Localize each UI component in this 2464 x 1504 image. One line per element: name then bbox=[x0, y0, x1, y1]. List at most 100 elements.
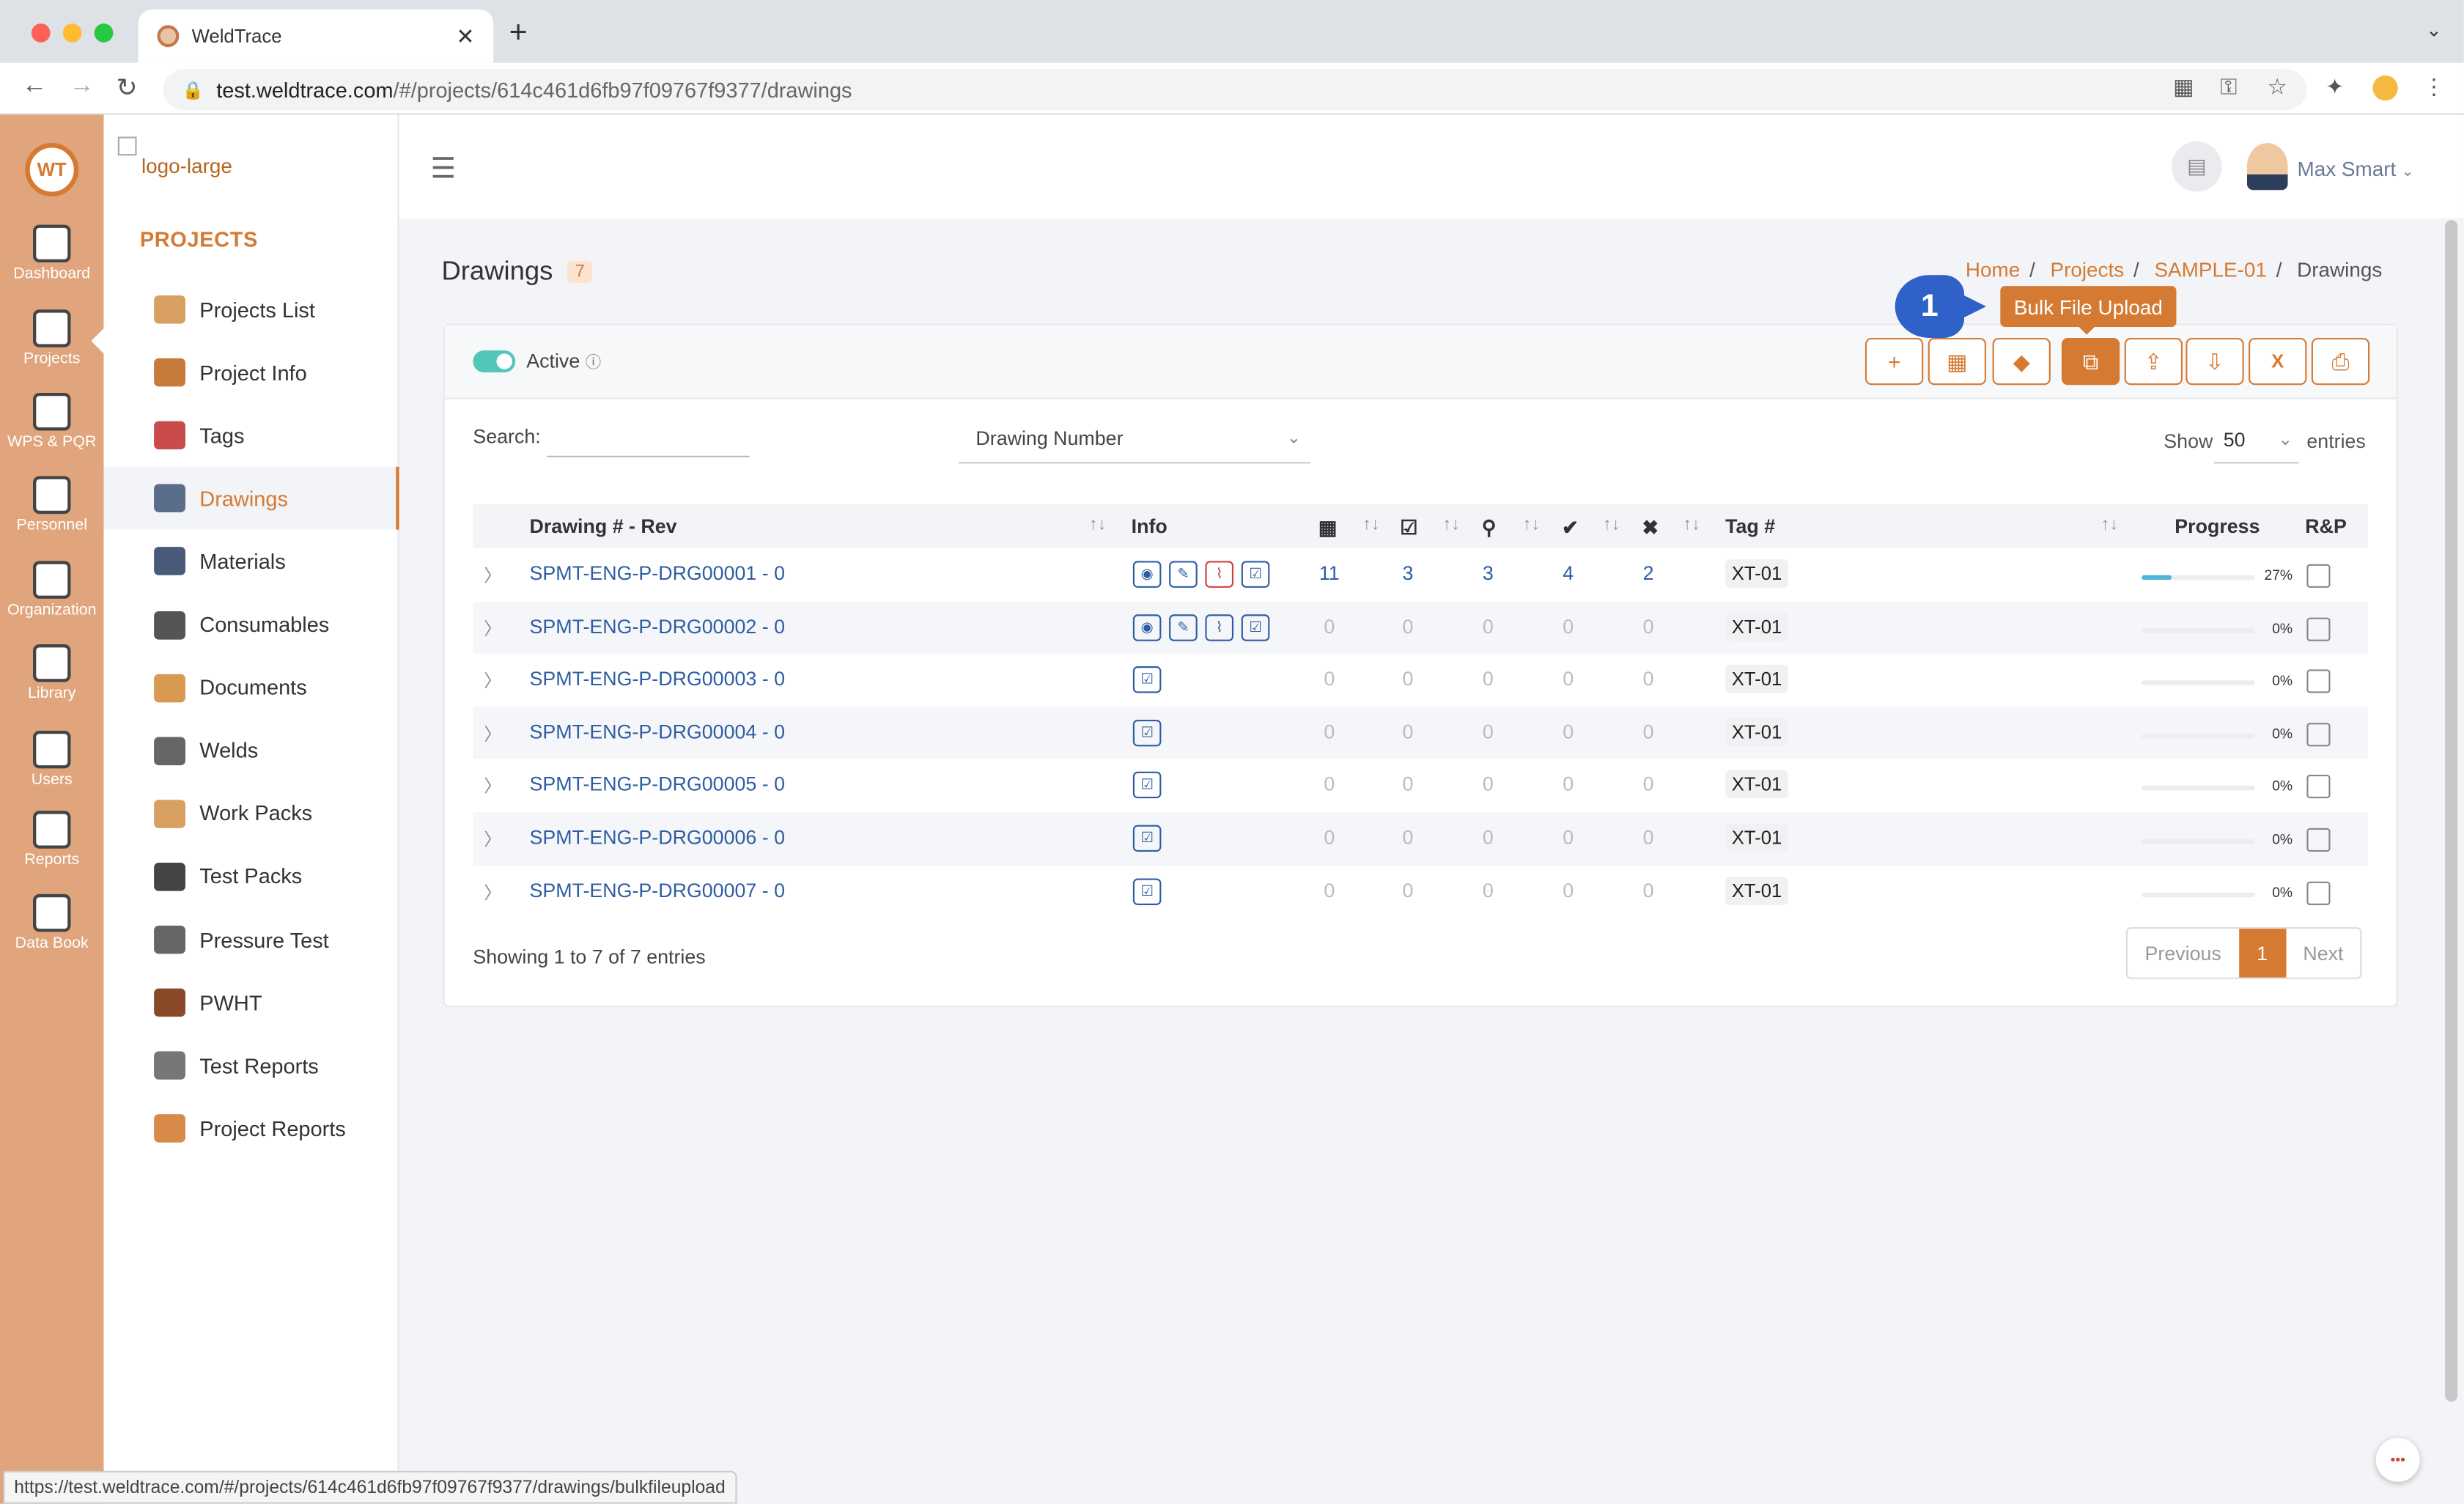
bulk-file-upload-button[interactable]: ⧉ bbox=[2061, 337, 2120, 386]
check-icon[interactable]: ☑ bbox=[1132, 825, 1162, 852]
chat-widget-icon[interactable]: ••• bbox=[2375, 1437, 2420, 1482]
profile-icon[interactable] bbox=[2372, 75, 2398, 101]
leftbar-item-organization[interactable]: Organization bbox=[0, 561, 104, 619]
leftbar-item-personnel[interactable]: Personnel bbox=[0, 476, 104, 534]
leftbar-item-data-book[interactable]: Data Book bbox=[0, 893, 104, 952]
search-field-select[interactable]: Drawing Number ⌄ bbox=[958, 423, 1311, 464]
sidebar-item-welds[interactable]: Welds bbox=[104, 719, 399, 782]
sidebar-item-test-reports[interactable]: Test Reports bbox=[104, 1034, 399, 1097]
print-button[interactable]: ⎙ bbox=[2311, 337, 2370, 386]
sort-icon[interactable]: ↑↓ bbox=[1603, 515, 1620, 534]
page-scrollbar[interactable] bbox=[2445, 220, 2458, 1402]
check-icon[interactable]: ☑ bbox=[1132, 877, 1162, 905]
calendar-icon[interactable]: ▦ bbox=[1318, 515, 1337, 539]
leftbar-item-reports[interactable]: Reports bbox=[0, 811, 104, 869]
check-icon[interactable]: ☑ bbox=[1132, 719, 1162, 746]
sort-icon[interactable]: ↑↓ bbox=[1683, 515, 1700, 534]
minimize-window-button[interactable] bbox=[62, 23, 82, 43]
attach-icon[interactable]: ⌇ bbox=[1205, 561, 1234, 588]
bulk-edit-button[interactable]: ▦ bbox=[1928, 337, 1987, 386]
close-tab-icon[interactable]: ✕ bbox=[456, 23, 474, 50]
check-icon[interactable]: ☑ bbox=[1241, 613, 1270, 641]
drawing-link[interactable]: SPMT-ENG-P-DRG00006 - 0 bbox=[530, 827, 786, 849]
upload-button[interactable]: ⇪ bbox=[2124, 337, 2183, 386]
check-icon[interactable]: ☑ bbox=[1132, 772, 1162, 799]
count-cell[interactable]: 3 bbox=[1469, 563, 1507, 585]
tab-search-icon[interactable]: ⌄ bbox=[2426, 19, 2442, 41]
sidebar-item-work-packs[interactable]: Work Packs bbox=[104, 782, 399, 845]
new-tab-icon[interactable]: + bbox=[509, 15, 528, 51]
sidebar-item-projects-list[interactable]: Projects List bbox=[104, 278, 399, 341]
edit-icon[interactable]: ✎ bbox=[1169, 561, 1198, 588]
search-input[interactable] bbox=[547, 426, 750, 457]
excel-export-button[interactable]: X bbox=[2249, 337, 2307, 386]
edit-icon[interactable]: ✎ bbox=[1169, 613, 1198, 641]
breadcrumb-projects[interactable]: Projects bbox=[2050, 258, 2124, 281]
forward-icon[interactable]: → bbox=[69, 73, 94, 101]
address-bar[interactable]: 🔒 test.weldtrace.com/#/projects/614c461d… bbox=[163, 69, 2307, 111]
drawing-link[interactable]: SPMT-ENG-P-DRG00005 - 0 bbox=[530, 774, 786, 796]
expand-row-icon[interactable]: 〉 bbox=[484, 668, 501, 693]
view-icon[interactable]: ◉ bbox=[1132, 613, 1162, 641]
hamburger-menu-icon[interactable]: ☰ bbox=[430, 152, 456, 185]
check-icon[interactable]: ✔ bbox=[1562, 515, 1578, 539]
browser-tab[interactable]: WeldTrace ✕ bbox=[138, 9, 494, 63]
sort-icon[interactable]: ↑↓ bbox=[2101, 515, 2119, 534]
previous-page-button[interactable]: Previous bbox=[2128, 929, 2238, 977]
rp-checkbox[interactable] bbox=[2306, 722, 2331, 746]
rp-checkbox[interactable] bbox=[2306, 669, 2331, 693]
browser-menu-icon[interactable]: ⋮ bbox=[2423, 74, 2445, 100]
rp-checkbox[interactable] bbox=[2306, 564, 2331, 588]
count-cell[interactable]: 4 bbox=[1549, 563, 1587, 585]
sort-icon[interactable]: ↑↓ bbox=[1362, 515, 1380, 534]
expand-row-icon[interactable]: 〉 bbox=[484, 563, 501, 588]
sidebar-item-pwht[interactable]: PWHT bbox=[104, 971, 399, 1034]
close-window-button[interactable] bbox=[31, 23, 51, 43]
next-page-button[interactable]: Next bbox=[2286, 929, 2361, 977]
sort-asc-icon[interactable]: ↑↓ bbox=[1089, 515, 1107, 534]
sidebar-item-pressure-test[interactable]: Pressure Test bbox=[104, 908, 399, 971]
leftbar-item-library[interactable]: Library bbox=[0, 644, 104, 702]
sort-icon[interactable]: ↑↓ bbox=[1442, 515, 1460, 534]
count-cell[interactable]: 2 bbox=[1629, 563, 1667, 585]
page-size-select[interactable]: 50 ⌄ bbox=[2213, 423, 2299, 464]
sort-icon[interactable]: ↑↓ bbox=[1523, 515, 1541, 534]
maximize-window-button[interactable] bbox=[94, 23, 114, 43]
check-icon[interactable]: ☑ bbox=[1241, 561, 1270, 588]
drawing-link[interactable]: SPMT-ENG-P-DRG00002 - 0 bbox=[530, 616, 786, 638]
tags-button[interactable]: ◆ bbox=[1992, 337, 2051, 386]
back-icon[interactable]: ← bbox=[22, 73, 47, 101]
add-drawing-button[interactable]: + bbox=[1864, 337, 1924, 386]
search-icon[interactable]: ⚲ bbox=[1482, 515, 1497, 539]
app-logo[interactable]: WT bbox=[25, 143, 79, 196]
sidebar-item-documents[interactable]: Documents bbox=[104, 656, 399, 719]
count-cell[interactable]: 11 bbox=[1310, 563, 1348, 585]
expand-row-icon[interactable]: 〉 bbox=[484, 827, 501, 852]
active-toggle[interactable] bbox=[473, 350, 516, 373]
key-icon[interactable]: ⚿ bbox=[2220, 74, 2237, 100]
drawing-link[interactable]: SPMT-ENG-P-DRG00004 - 0 bbox=[530, 721, 786, 743]
sidebar-item-materials[interactable]: Materials bbox=[104, 530, 399, 593]
extensions-icon[interactable]: ✦ bbox=[2325, 74, 2344, 100]
drawing-link[interactable]: SPMT-ENG-P-DRG00003 - 0 bbox=[530, 668, 786, 690]
count-cell[interactable]: 3 bbox=[1389, 563, 1426, 585]
reload-icon[interactable]: ↻ bbox=[117, 73, 138, 104]
drawing-link[interactable]: SPMT-ENG-P-DRG00001 - 0 bbox=[530, 563, 786, 585]
user-avatar[interactable] bbox=[2246, 143, 2288, 191]
star-icon[interactable]: ☆ bbox=[2268, 74, 2287, 100]
drawing-link[interactable]: SPMT-ENG-P-DRG00007 - 0 bbox=[530, 880, 786, 902]
sidebar-item-drawings[interactable]: Drawings bbox=[103, 467, 399, 531]
expand-row-icon[interactable]: 〉 bbox=[484, 721, 501, 746]
leftbar-item-dashboard[interactable]: Dashboard bbox=[0, 224, 104, 283]
rp-checkbox[interactable] bbox=[2306, 775, 2331, 799]
breadcrumb-home[interactable]: Home bbox=[1966, 258, 2020, 281]
rp-checkbox[interactable] bbox=[2306, 880, 2331, 905]
expand-row-icon[interactable]: 〉 bbox=[484, 616, 501, 641]
expand-row-icon[interactable]: 〉 bbox=[484, 774, 501, 799]
user-menu[interactable]: Max Smart ⌄ bbox=[2298, 157, 2414, 180]
sidebar-item-project-reports[interactable]: Project Reports bbox=[104, 1097, 399, 1160]
leftbar-item-users[interactable]: Users bbox=[0, 730, 104, 789]
view-icon[interactable]: ◉ bbox=[1132, 561, 1162, 588]
col-drawing[interactable]: Drawing # - Rev bbox=[530, 515, 677, 537]
rp-checkbox[interactable] bbox=[2306, 827, 2331, 852]
